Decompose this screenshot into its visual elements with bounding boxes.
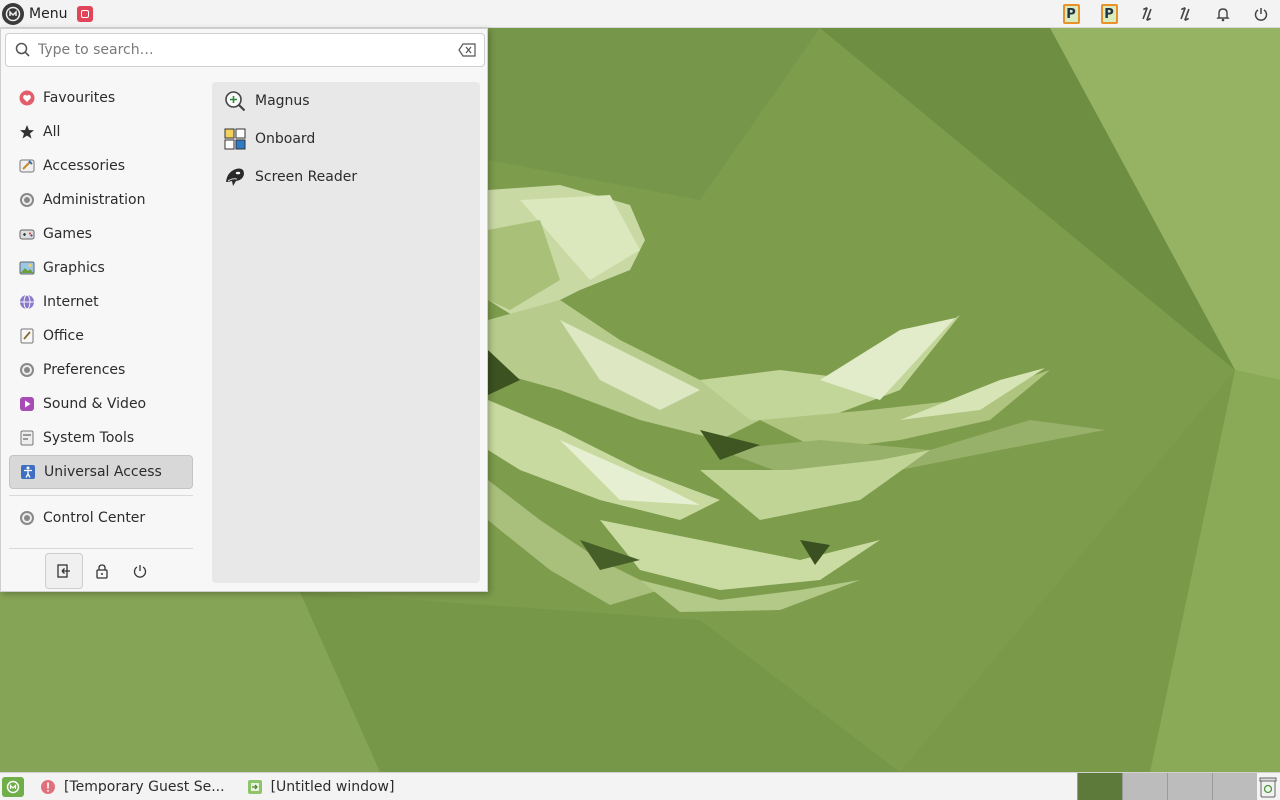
network-icon[interactable] bbox=[1166, 0, 1204, 28]
category-office[interactable]: Office bbox=[9, 319, 193, 353]
category-favourites[interactable]: Favourites bbox=[9, 81, 193, 115]
gear-icon bbox=[19, 192, 35, 208]
window-icon bbox=[247, 779, 262, 794]
category-accessories[interactable]: Accessories bbox=[9, 149, 193, 183]
task-untitled-window[interactable]: [Untitled window] bbox=[241, 773, 401, 800]
category-internet[interactable]: Internet bbox=[9, 285, 193, 319]
application-menu: Favourites All Accessories Administratio… bbox=[0, 28, 488, 592]
search-input[interactable] bbox=[38, 42, 458, 58]
pager-p-icon[interactable]: P bbox=[1052, 0, 1090, 28]
bell-icon[interactable] bbox=[1204, 0, 1242, 28]
menu-button[interactable]: Menu bbox=[0, 0, 73, 28]
trash-icon[interactable] bbox=[1258, 776, 1278, 798]
screenshot-launcher-icon[interactable] bbox=[77, 5, 94, 22]
session-buttons bbox=[45, 553, 159, 589]
category-graphics[interactable]: Graphics bbox=[9, 251, 193, 285]
workspace-2[interactable] bbox=[1122, 773, 1167, 800]
gear-icon bbox=[19, 362, 35, 378]
logout-button[interactable] bbox=[45, 553, 83, 589]
search-box[interactable] bbox=[5, 33, 485, 67]
app-magnus[interactable]: Magnus bbox=[212, 82, 480, 120]
orca-icon bbox=[224, 166, 246, 188]
show-desktop-button[interactable] bbox=[2, 776, 24, 797]
accessibility-icon bbox=[20, 464, 36, 480]
clear-search-icon[interactable] bbox=[458, 43, 476, 57]
document-icon bbox=[19, 328, 35, 344]
gamepad-icon bbox=[19, 226, 35, 242]
category-divider bbox=[9, 495, 193, 496]
task-guest-session[interactable]: [Temporary Guest Se... bbox=[34, 773, 231, 800]
category-games[interactable]: Games bbox=[9, 217, 193, 251]
power-icon bbox=[133, 565, 147, 578]
control-center-list: Control Center bbox=[9, 501, 193, 535]
pager-p-icon[interactable]: P bbox=[1090, 0, 1128, 28]
magnifier-icon bbox=[224, 90, 246, 112]
control-center-item[interactable]: Control Center bbox=[9, 501, 193, 535]
star-icon bbox=[19, 124, 35, 140]
logout-icon bbox=[57, 564, 70, 578]
bottom-panel: [Temporary Guest Se... [Untitled window] bbox=[0, 772, 1280, 800]
category-sound-video[interactable]: Sound & Video bbox=[9, 387, 193, 421]
workspace-4[interactable] bbox=[1212, 773, 1257, 800]
lock-icon bbox=[96, 564, 108, 579]
application-list: Magnus Onboard Screen Reader bbox=[212, 82, 480, 583]
network-icon[interactable] bbox=[1128, 0, 1166, 28]
workspace-switcher bbox=[1077, 773, 1257, 800]
show-desktop-icon bbox=[6, 780, 20, 793]
shutdown-button[interactable] bbox=[121, 553, 159, 589]
app-onboard[interactable]: Onboard bbox=[212, 120, 480, 158]
category-list: Favourites All Accessories Administratio… bbox=[9, 81, 193, 489]
accessories-icon bbox=[19, 158, 35, 174]
gear-icon bbox=[19, 510, 35, 526]
lock-screen-button[interactable] bbox=[83, 553, 121, 589]
heart-icon bbox=[19, 90, 35, 106]
category-universal-access[interactable]: Universal Access bbox=[9, 455, 193, 489]
app-screen-reader[interactable]: Screen Reader bbox=[212, 158, 480, 196]
power-icon[interactable] bbox=[1242, 0, 1280, 28]
media-icon bbox=[19, 396, 35, 412]
category-preferences[interactable]: Preferences bbox=[9, 353, 193, 387]
workspace-1[interactable] bbox=[1077, 773, 1122, 800]
category-all[interactable]: All bbox=[9, 115, 193, 149]
system-tray: P P bbox=[1052, 0, 1280, 28]
workspace-3[interactable] bbox=[1167, 773, 1212, 800]
search-icon bbox=[14, 41, 32, 59]
tools-icon bbox=[19, 430, 35, 446]
alert-icon bbox=[41, 779, 55, 794]
image-icon bbox=[19, 260, 35, 276]
keyboard-icon bbox=[224, 128, 246, 150]
mate-logo-icon bbox=[2, 2, 24, 25]
menu-label: Menu bbox=[29, 5, 68, 22]
session-divider bbox=[9, 548, 193, 549]
category-system-tools[interactable]: System Tools bbox=[9, 421, 193, 455]
category-administration[interactable]: Administration bbox=[9, 183, 193, 217]
globe-icon bbox=[19, 294, 35, 310]
top-panel: Menu P P bbox=[0, 0, 1280, 28]
